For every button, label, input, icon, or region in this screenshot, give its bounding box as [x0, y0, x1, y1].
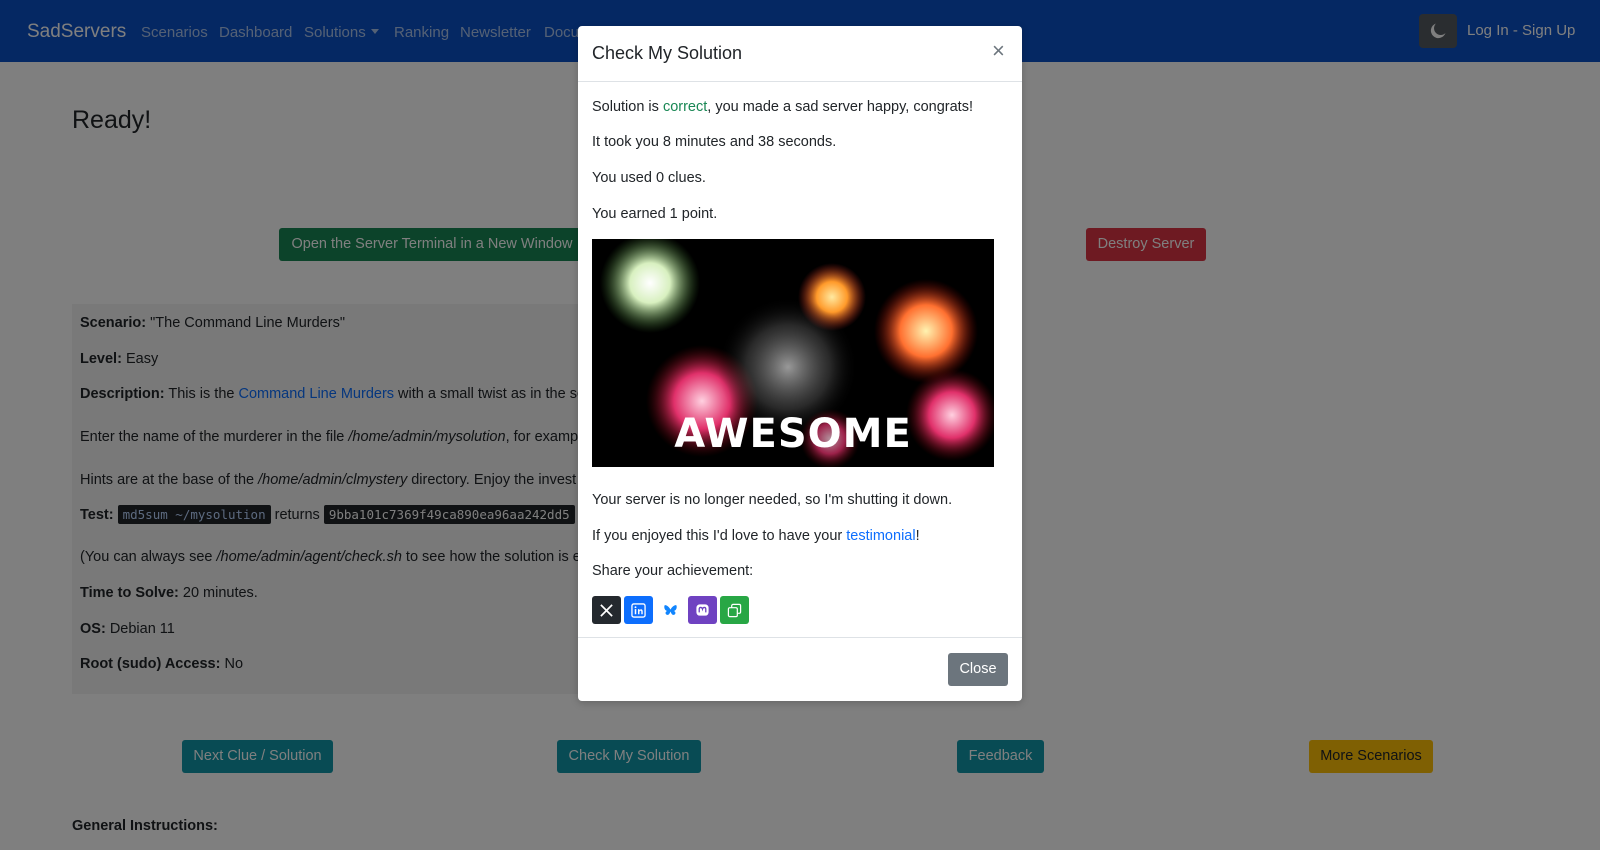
copy-icon: [727, 603, 742, 618]
mastodon-icon: [696, 604, 709, 616]
x-icon: [600, 604, 613, 617]
testimonial-text-end: !: [915, 528, 920, 544]
modal-footer: Close: [578, 637, 1022, 701]
linkedin-icon: [631, 603, 646, 618]
testimonial-link[interactable]: testimonial: [846, 528, 915, 544]
share-linkedin-button[interactable]: [624, 596, 653, 624]
result-text-end: , you made a sad server happy, congrats!: [707, 99, 973, 115]
close-icon[interactable]: ×: [992, 40, 1005, 62]
modal-header: Check My Solution ×: [578, 26, 1022, 82]
testimonial-text: If you enjoyed this I'd love to have you…: [592, 528, 847, 544]
share-label: Share your achievement:: [592, 563, 754, 579]
time-taken-line: It took you 8 minutes and 38 seconds.: [592, 134, 837, 150]
modal-title: Check My Solution: [592, 43, 743, 63]
bluesky-icon: [664, 605, 677, 615]
result-text: Solution is: [592, 99, 663, 115]
close-button[interactable]: Close: [948, 653, 1008, 686]
shutdown-line: Your server is no longer needed, so I'm …: [592, 492, 953, 508]
share-x-button[interactable]: [592, 596, 621, 624]
gif-caption: AWESOME: [674, 411, 912, 457]
result-status: correct: [662, 99, 708, 115]
check-solution-modal: Check My Solution × Solution is correct,…: [578, 26, 1022, 701]
awesome-fireworks-image: AWESOME: [592, 239, 994, 467]
copy-achievement-button[interactable]: [720, 596, 749, 624]
points-line: You earned 1 point.: [592, 206, 718, 222]
clues-line: You used 0 clues.: [592, 170, 706, 186]
result-line: Solution is correct, you made a sad serv…: [592, 99, 973, 115]
share-mastodon-button[interactable]: [688, 596, 717, 624]
testimonial-line: If you enjoyed this I'd love to have you…: [592, 528, 920, 544]
share-bluesky-button[interactable]: [656, 596, 685, 624]
